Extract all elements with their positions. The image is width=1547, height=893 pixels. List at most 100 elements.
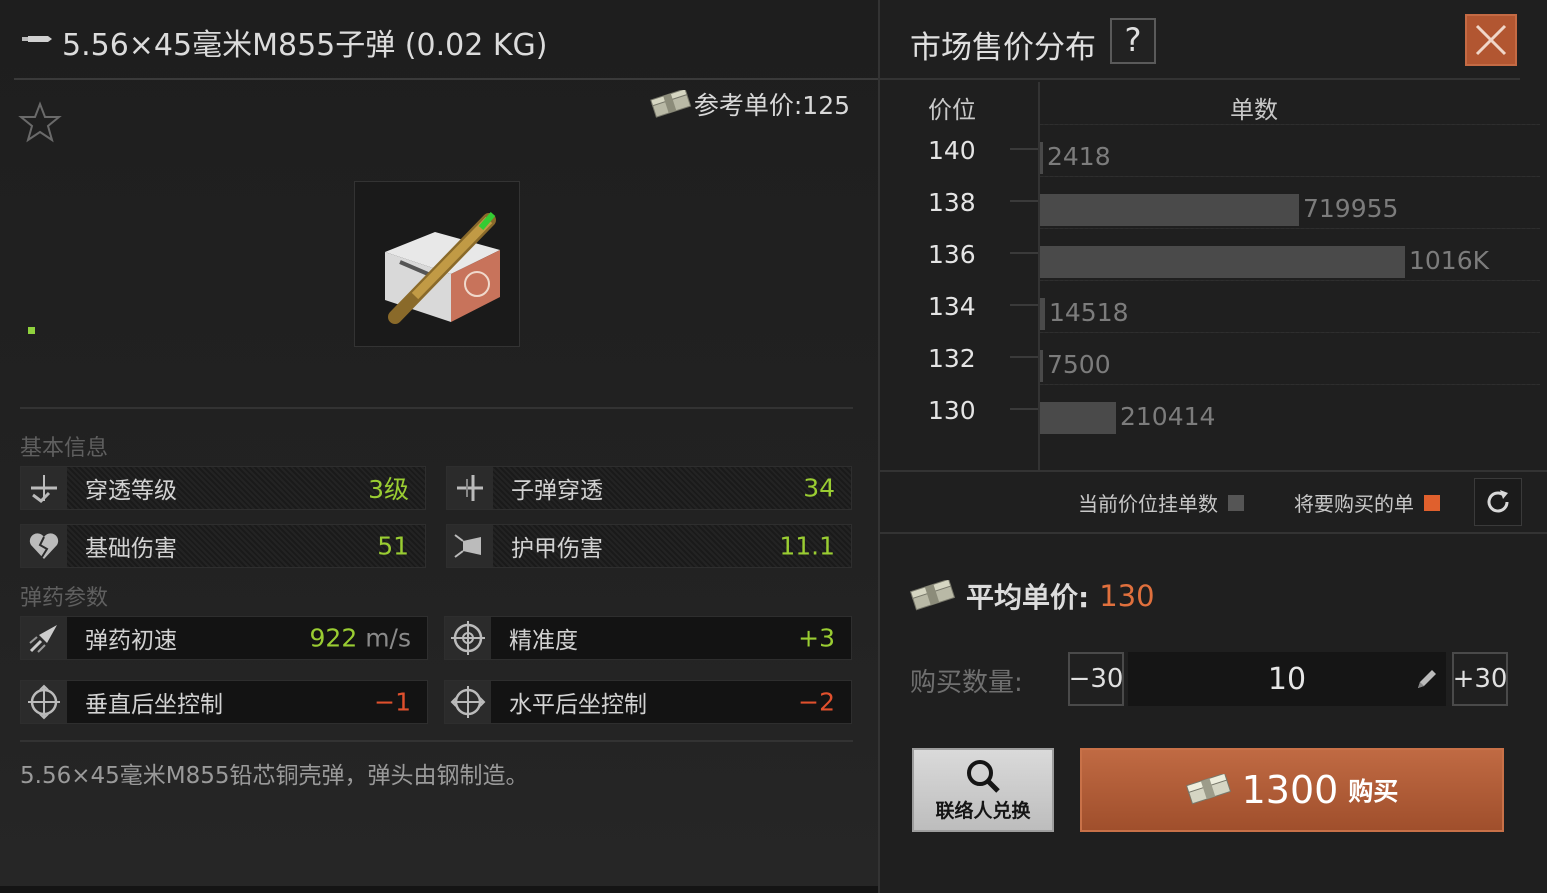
quantity-column-header: 单数 [1230, 96, 1278, 124]
price-tick-label: 138 [928, 188, 976, 217]
divider [20, 407, 853, 409]
price-column-header: 价位 [928, 96, 976, 124]
quantity-bar [1040, 350, 1043, 382]
stat-value: −1 [374, 687, 411, 717]
item-image [354, 181, 520, 347]
legend-current-orders: 当前价位挂单数 [1078, 488, 1244, 517]
item-detail-panel: 5.56×45毫米M855子弹 (0.02 KG) 参考单价:125 基本信息 [0, 0, 878, 886]
quantity-bar [1040, 298, 1045, 330]
velocity-unit: m/s [365, 623, 411, 653]
quantity-bar [1040, 142, 1043, 174]
price-tick-label: 140 [928, 136, 976, 165]
close-icon [1475, 24, 1507, 56]
stat-value: 34 [803, 473, 835, 503]
bar-data-label: 719955 [1303, 194, 1399, 223]
help-button[interactable]: ? [1110, 18, 1156, 64]
stat-label: 弹药初速 [85, 628, 177, 654]
buy-label: 购买 [1348, 777, 1399, 806]
favorite-star-icon[interactable] [18, 100, 62, 144]
chart-legend: 当前价位挂单数 将要购买的单 [880, 472, 1540, 532]
armor-damage-icon [447, 525, 493, 567]
price-tick-label: 134 [928, 292, 976, 321]
grid-line [1040, 280, 1540, 281]
stat-label: 基础伤害 [85, 536, 177, 562]
contact-exchange-label: 联络人兑换 [935, 800, 1031, 822]
section-ammo-params: 弹药参数 [20, 586, 109, 611]
item-description: 5.56×45毫米M855铅芯铜壳弹，弹头由钢制造。 [20, 763, 529, 789]
stat-value: +3 [798, 623, 835, 653]
bar-data-label: 7500 [1047, 350, 1111, 379]
velocity-icon [21, 617, 67, 659]
bar-data-label: 14518 [1049, 298, 1129, 327]
reference-price-text: 参考单价:125 [693, 91, 850, 120]
stat-value: 922 m/s [310, 624, 411, 653]
quantity-label: 购买数量: [910, 668, 1023, 698]
grid-line [1040, 384, 1540, 385]
bar-data-label: 210414 [1120, 402, 1216, 431]
tick-mark [1010, 148, 1038, 150]
stat-horizontal-recoil: 水平后坐控制 −2 [444, 680, 852, 724]
market-panel: 市场售价分布 ? 价位 单数 当前价位挂单数 将要购买的单 平均单价: 130 … [880, 0, 1547, 893]
increase-30-button[interactable]: +30 [1452, 652, 1508, 706]
contact-exchange-button[interactable]: 联络人兑换 [912, 748, 1054, 832]
tick-mark [1010, 304, 1038, 306]
bullet-penetration-icon [447, 467, 493, 509]
average-price-value: 130 [1099, 579, 1155, 613]
average-price-label: 平均单价: [966, 581, 1090, 614]
quantity-bar [1040, 402, 1116, 434]
stat-accuracy: 精准度 +3 [444, 616, 852, 660]
stat-label: 子弹穿透 [511, 478, 603, 504]
price-tick-label: 130 [928, 396, 976, 425]
refresh-button[interactable] [1474, 478, 1522, 526]
buy-amount: 1300 [1241, 768, 1339, 812]
grid-line [1040, 228, 1540, 229]
item-title: 5.56×45毫米M855子弹 (0.02 KG) [62, 28, 548, 63]
bullet-icon [22, 36, 52, 42]
average-price-row: 平均单价: 130 [910, 576, 1155, 616]
stat-value: 3级 [368, 475, 409, 504]
money-icon [1185, 774, 1231, 805]
close-button[interactable] [1465, 14, 1517, 66]
refresh-icon [1487, 490, 1509, 513]
pencil-icon[interactable] [1414, 666, 1440, 692]
bar-data-label: 1016K [1409, 246, 1490, 275]
stat-label: 护甲伤害 [511, 536, 603, 562]
quantity-input[interactable] [1128, 652, 1446, 706]
broken-heart-icon [21, 525, 67, 567]
money-icon [910, 580, 956, 611]
stat-armor-damage: 护甲伤害 11.1 [446, 524, 852, 568]
ammo-box-image [385, 212, 500, 324]
stat-label: 水平后坐控制 [509, 692, 647, 718]
bar-data-label: 2418 [1047, 142, 1111, 171]
grid-line [1040, 332, 1540, 333]
search-icon [967, 760, 1000, 793]
decrease-30-button[interactable]: −30 [1068, 652, 1124, 706]
tick-mark [1010, 252, 1038, 254]
item-header: 5.56×45毫米M855子弹 (0.02 KG) [14, 0, 878, 80]
quantity-bar [1040, 246, 1405, 278]
legend-label: 将要购买的单 [1294, 492, 1414, 516]
divider [20, 740, 853, 742]
stat-label: 垂直后坐控制 [85, 692, 223, 718]
quantity-bar [1040, 194, 1299, 226]
tick-mark [1010, 200, 1038, 202]
legend-swatch-orange [1424, 494, 1440, 511]
stat-base-damage: 基础伤害 51 [20, 524, 426, 568]
market-title: 市场售价分布 [910, 30, 1096, 66]
legend-to-buy: 将要购买的单 [1294, 488, 1440, 517]
buy-button[interactable]: 1300 购买 [1080, 748, 1504, 832]
stat-label: 精准度 [509, 628, 578, 654]
stat-bullet-penetration: 子弹穿透 34 [446, 466, 852, 510]
legend-swatch-gray [1228, 494, 1244, 511]
tick-mark [1010, 408, 1038, 410]
price-tick-label: 136 [928, 240, 976, 269]
money-icon [650, 90, 692, 118]
stat-penetration-level: 穿透等级 3级 [20, 466, 426, 510]
crosshair-icon [445, 617, 491, 659]
stat-label: 穿透等级 [85, 478, 177, 504]
horizontal-recoil-icon [445, 681, 491, 723]
stat-value: 51 [377, 531, 409, 561]
grid-line [1040, 176, 1540, 177]
penetration-icon [21, 467, 67, 509]
reference-price: 参考单价:125 [650, 86, 850, 122]
